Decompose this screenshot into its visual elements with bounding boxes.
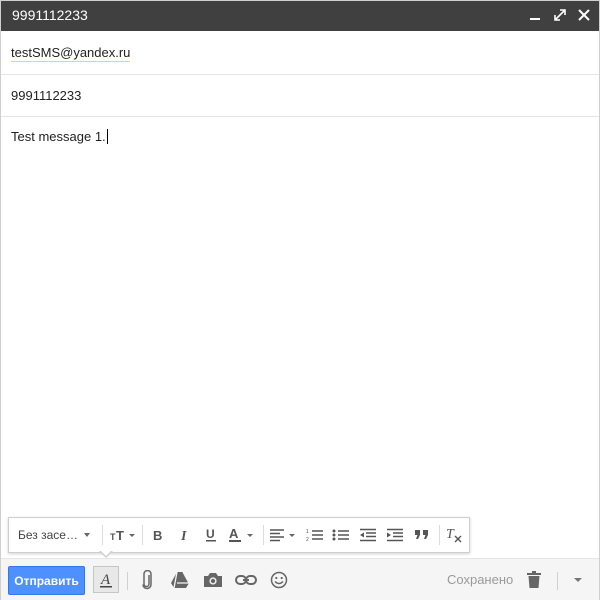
send-button[interactable]: Отправить (8, 566, 85, 595)
minimize-icon[interactable] (526, 6, 544, 24)
toolbar-divider (102, 525, 103, 545)
message-text: Test message 1. (11, 129, 106, 144)
formatting-toolbar: Без засе… TT B I U A 12 T (8, 517, 470, 553)
italic-icon[interactable]: I (175, 525, 195, 545)
font-family-select[interactable]: Без засе… (18, 525, 98, 545)
bulleted-list-icon[interactable] (331, 525, 351, 545)
drive-icon[interactable] (168, 568, 192, 592)
link-icon[interactable] (234, 568, 258, 592)
svg-text:B: B (153, 528, 162, 542)
window-title: 9991112233 (12, 7, 88, 23)
svg-text:T: T (446, 527, 455, 542)
subject-field[interactable]: 9991112233 (1, 75, 599, 117)
clear-formatting-icon[interactable]: T (444, 525, 464, 545)
svg-text:A: A (100, 572, 111, 588)
svg-text:U: U (206, 527, 215, 541)
attach-icon[interactable] (135, 568, 159, 592)
align-icon[interactable] (268, 525, 300, 545)
toolbar-divider (142, 525, 143, 545)
text-color-icon[interactable]: A (227, 525, 257, 545)
message-body[interactable]: Test message 1. (11, 129, 108, 144)
close-icon[interactable] (575, 6, 593, 24)
svg-text:A: A (229, 527, 239, 541)
trash-icon[interactable] (522, 568, 546, 592)
indent-more-icon[interactable] (385, 525, 405, 545)
font-size-icon[interactable]: TT (109, 525, 137, 545)
text-caret (106, 129, 108, 144)
emoji-icon[interactable] (267, 568, 291, 592)
toolbar-divider (439, 525, 440, 545)
expand-icon[interactable] (551, 6, 569, 24)
toolbar-divider (127, 572, 128, 590)
toolbar-divider (557, 572, 558, 590)
svg-text:1: 1 (306, 529, 309, 535)
underline-icon[interactable]: U (201, 525, 221, 545)
font-family-label: Без засе… (18, 528, 78, 542)
formatting-options-icon[interactable]: A (93, 566, 119, 593)
compose-window: 9991112233 testSMS@yandex.ru 9991112233 … (0, 0, 600, 600)
bold-icon[interactable]: B (148, 525, 168, 545)
toolbar-pointer-fill (100, 550, 112, 556)
indent-less-icon[interactable] (358, 525, 378, 545)
svg-text:I: I (180, 529, 187, 542)
svg-text:T: T (116, 528, 124, 542)
saved-status: Сохранено (447, 572, 514, 587)
recipient-chip[interactable]: testSMS@yandex.ru (11, 45, 131, 62)
more-options-icon[interactable] (566, 568, 590, 592)
subject-input[interactable]: 9991112233 (11, 88, 81, 103)
photo-icon[interactable] (201, 568, 225, 592)
compose-titlebar[interactable]: 9991112233 (1, 1, 599, 31)
quote-icon[interactable] (412, 525, 432, 545)
svg-text:2: 2 (306, 537, 309, 542)
numbered-list-icon[interactable]: 12 (305, 525, 325, 545)
to-field[interactable]: testSMS@yandex.ru (1, 32, 599, 75)
compose-bottom-bar: Отправить A Сохранено (1, 558, 599, 600)
chevron-down-icon (83, 533, 90, 537)
toolbar-divider (263, 525, 264, 545)
